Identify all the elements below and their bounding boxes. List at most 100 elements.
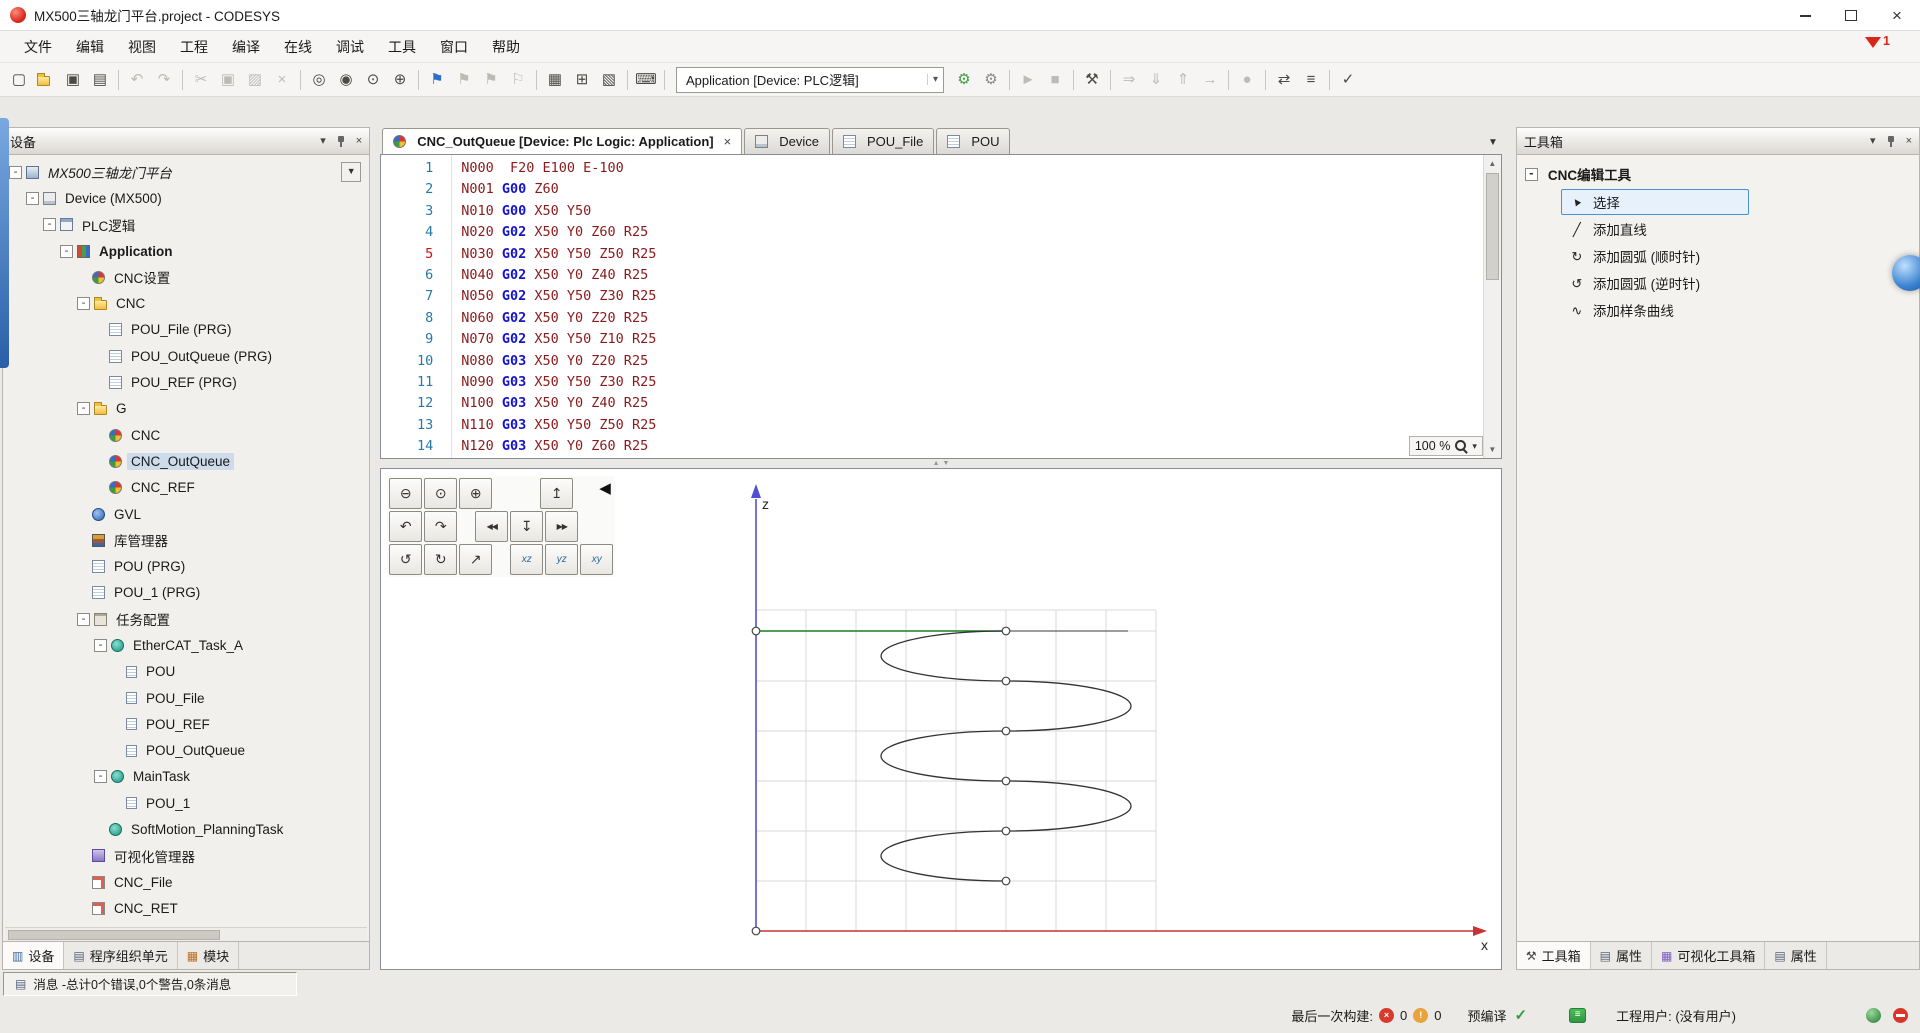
message-status-box[interactable]: ▤ 消息 -总计0个错误,0个警告,0条消息 — [3, 972, 297, 996]
tree-item[interactable]: POU (PRG) — [3, 553, 369, 579]
paste-button[interactable]: ▨ — [242, 67, 268, 93]
scroll-up-icon[interactable]: ▲ — [1484, 159, 1501, 168]
copy-button[interactable]: ▣ — [215, 67, 241, 93]
clear-bookmarks-button[interactable]: ⚐ — [505, 67, 531, 93]
expander-icon[interactable]: - — [43, 218, 56, 231]
zoom-in-button[interactable]: ⊕ — [459, 478, 492, 509]
step-out-button[interactable]: ⇑ — [1170, 67, 1196, 93]
insert-table-button[interactable]: ▦ — [542, 67, 568, 93]
tree-item[interactable]: POU_OutQueue — [3, 738, 369, 764]
rotate-x-button[interactable]: ↺ — [389, 544, 422, 575]
find-all-button[interactable]: ⊙ — [360, 67, 386, 93]
redo-button[interactable]: ↷ — [151, 67, 177, 93]
logout-button[interactable]: ⚙ — [978, 67, 1004, 93]
expander-icon[interactable]: - — [60, 245, 73, 258]
maximize-button[interactable] — [1828, 0, 1874, 30]
menu-item[interactable]: 视图 — [116, 31, 168, 62]
menu-item[interactable]: 编辑 — [64, 31, 116, 62]
stop-button[interactable]: ■ — [1042, 67, 1068, 93]
expander-icon[interactable]: - — [94, 639, 107, 652]
undo-button[interactable]: ↶ — [124, 67, 150, 93]
visualization-toolbox-tab[interactable]: ▦可视化工具箱 — [1652, 942, 1765, 969]
view-xy-button[interactable]: xy — [580, 544, 613, 575]
tree-item[interactable]: -Application — [3, 238, 369, 264]
editor-vscrollbar[interactable]: ▲ ▼ — [1483, 155, 1501, 458]
tree-item[interactable]: 库管理器 — [3, 527, 369, 553]
new-file-button[interactable]: ▢ — [6, 67, 32, 93]
active-application-selector[interactable]: Application [Device: PLC逻辑] ▾ — [676, 67, 944, 93]
modules-tab[interactable]: ▦模块 — [178, 942, 239, 969]
insert-frame-button[interactable]: ⊞ — [569, 67, 595, 93]
tab-list-dropdown[interactable]: ▼ — [1488, 137, 1498, 148]
menu-item[interactable]: 窗口 — [428, 31, 480, 62]
tree-item[interactable]: POU_REF (PRG) — [3, 369, 369, 395]
collapse-toolbar-icon[interactable]: ◀ — [599, 481, 611, 496]
toolbox-item[interactable]: ↺添加圆弧 (逆时针) — [1561, 270, 1749, 296]
expander-icon[interactable]: - — [77, 402, 90, 415]
edit-declaration-button[interactable]: ▧ — [596, 67, 622, 93]
find-button[interactable]: ◎ — [306, 67, 332, 93]
expander-icon[interactable]: - — [1525, 168, 1538, 181]
zoom-dropdown-icon[interactable]: ▾ — [1472, 441, 1477, 452]
panel-menu-button[interactable]: ▾ — [1870, 136, 1876, 147]
zoom-100-button[interactable]: ⊙ — [424, 478, 457, 509]
panel-close-button[interactable]: × — [356, 136, 362, 147]
zoom-out-button[interactable]: ⊖ — [389, 478, 422, 509]
input-assistant-button[interactable]: ⌨ — [633, 67, 659, 93]
expander-icon[interactable]: - — [77, 297, 90, 310]
tree-item[interactable]: GVL — [3, 501, 369, 527]
properties-2-tab[interactable]: ▤属性 — [1765, 942, 1826, 969]
expander-icon[interactable]: - — [94, 770, 107, 783]
tree-item[interactable]: -MX500三轴龙门平台 — [3, 159, 369, 185]
tree-item[interactable]: POU_REF — [3, 711, 369, 737]
start-button[interactable]: ► — [1015, 67, 1041, 93]
editor-tab[interactable]: POU_File — [832, 128, 934, 154]
toolbox-item[interactable]: ▲选择 — [1561, 189, 1749, 215]
delete-button[interactable]: × — [269, 67, 295, 93]
toggle-bookmark-button[interactable]: ⚑ — [424, 67, 450, 93]
find-next-button[interactable]: ⊕ — [387, 67, 413, 93]
tree-item[interactable]: -CNC — [3, 290, 369, 316]
scrollbar-thumb[interactable] — [8, 930, 220, 940]
play-backward-button[interactable]: ◀◀ — [475, 511, 508, 542]
move-top-button[interactable]: ↥ — [540, 478, 573, 509]
close-button[interactable]: × — [1874, 0, 1920, 30]
tree-item[interactable]: POU_1 — [3, 790, 369, 816]
tree-item[interactable]: CNC_RET — [3, 895, 369, 921]
toolbox-item[interactable]: ∿添加样条曲线 — [1561, 297, 1749, 323]
code-editor[interactable]: 1N000 F20 E100 E-1002N001 G00 Z603N010 G… — [380, 154, 1502, 459]
devices-tab[interactable]: ▥设备 — [3, 942, 64, 969]
panel-close-button[interactable]: × — [1906, 136, 1912, 147]
cnc-preview-pane[interactable]: z x ⊖⊙⊕↥↶↷◀◀↧▶▶↺↻↗xzyzxy ◀ — [380, 468, 1502, 970]
scrollbar-thumb[interactable] — [1486, 173, 1499, 280]
toggle-breakpoint-button[interactable]: ● — [1234, 67, 1260, 93]
pou-units-tab[interactable]: ▤程序组织单元 — [64, 942, 177, 969]
menu-item[interactable]: 工程 — [168, 31, 220, 62]
bookmark-list-button[interactable]: ≡ — [1298, 67, 1324, 93]
menu-item[interactable]: 帮助 — [480, 31, 532, 62]
check-button[interactable]: ✓ — [1335, 67, 1361, 93]
rotate-y-button[interactable]: ↻ — [424, 544, 457, 575]
close-tab-icon[interactable]: × — [724, 134, 732, 149]
move-bottom-button[interactable]: ↧ — [510, 511, 543, 542]
tree-item[interactable]: CNC_File — [3, 869, 369, 895]
toolbox-tab[interactable]: ⚒工具箱 — [1517, 942, 1591, 969]
tree-item[interactable]: POU_File (PRG) — [3, 317, 369, 343]
tree-item[interactable]: POU_1 (PRG) — [3, 580, 369, 606]
login-button[interactable]: ⚙ — [951, 67, 977, 93]
toolbox-item[interactable]: ╱添加直线 — [1561, 216, 1749, 242]
toolbox-item[interactable]: ↻添加圆弧 (顺时针) — [1561, 243, 1749, 269]
panel-menu-button[interactable]: ▾ — [320, 136, 326, 147]
editor-cnc-splitter[interactable]: ▲ ▼ — [380, 459, 1502, 468]
tree-item[interactable]: -PLC逻辑 — [3, 212, 369, 238]
editor-tab[interactable]: Device — [744, 128, 830, 154]
previous-bookmark-button[interactable]: ⚑ — [478, 67, 504, 93]
play-forward-button[interactable]: ▶▶ — [545, 511, 578, 542]
minimize-button[interactable] — [1782, 0, 1828, 30]
tree-hscrollbar[interactable] — [5, 927, 367, 941]
tree-item[interactable]: SoftMotion_PlanningTask — [3, 816, 369, 842]
tree-item[interactable]: POU_File — [3, 685, 369, 711]
menu-item[interactable]: 工具 — [376, 31, 428, 62]
cut-button[interactable]: ✂ — [188, 67, 214, 93]
menu-item[interactable]: 在线 — [272, 31, 324, 62]
